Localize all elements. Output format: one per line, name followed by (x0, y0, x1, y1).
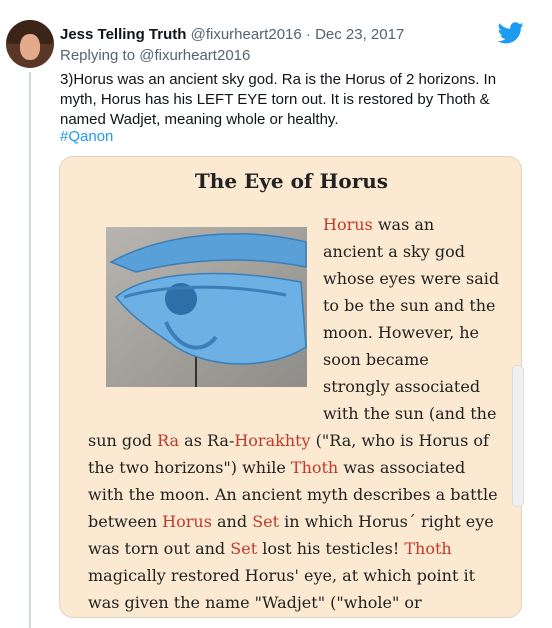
text-run: between (88, 512, 163, 531)
text-run: with the moon. An ancient myth describes… (88, 485, 498, 504)
tweet-text: 3)Horus was an ancient sky god. Ra is th… (60, 71, 497, 128)
text-run: ("Ra, who is Horus of (310, 431, 489, 450)
tweet-date[interactable]: Dec 23, 2017 (315, 26, 404, 43)
article-line: whose eyes were said (323, 265, 499, 292)
article-line: soon became (323, 346, 429, 373)
text-run: as Ra- (179, 431, 235, 450)
text-run: the two horizons") while (88, 458, 291, 477)
text-run: with the sun (and the (323, 404, 497, 423)
highlighted-term[interactable]: Set (252, 512, 279, 531)
text-run: ancient a sky god (323, 242, 465, 261)
eye-of-horus-image (106, 227, 307, 387)
highlighted-term[interactable]: Thoth (404, 539, 451, 558)
thread-line (29, 72, 31, 628)
author-name[interactable]: Jess Telling Truth (60, 26, 186, 43)
highlighted-term[interactable]: Horakhty (234, 431, 310, 450)
text-run: was an (372, 215, 435, 234)
highlighted-term[interactable]: Horus (162, 512, 212, 531)
article-line: with the moon. An ancient myth describes… (88, 481, 498, 508)
article-line: was given the name "Wadjet" ("whole" or (88, 589, 422, 616)
text-run: sun god (88, 431, 158, 450)
article-line: sun god Ra as Ra-Horakhty ("Ra, who is H… (88, 427, 489, 454)
text-run: was given the name "Wadjet" ("whole" or (88, 593, 422, 612)
article-line: to be the sun and the (323, 292, 496, 319)
text-run: in which Horus´ right eye (279, 512, 494, 531)
header-separator: · (305, 26, 311, 43)
text-run: and (211, 512, 253, 531)
article-line: moon. However, he (323, 319, 479, 346)
article-line: with the sun (and the (323, 400, 496, 427)
avatar[interactable] (6, 20, 54, 68)
embedded-image-card[interactable]: The Eye of Horus Horus was an ancient a … (59, 156, 522, 618)
author-handle[interactable]: @fixurheart2016 (191, 26, 302, 43)
text-run: was associated (338, 458, 466, 477)
highlighted-term[interactable]: Set (230, 539, 257, 558)
card-title: The Eye of Horus (194, 169, 389, 193)
text-run: moon. However, he (323, 323, 480, 342)
scrollbar-thumb[interactable] (512, 365, 524, 507)
article-line: between Horus and Set in which Horus´ ri… (88, 508, 494, 535)
replying-handle[interactable]: @fixurheart2016 (139, 47, 250, 64)
highlighted-term[interactable]: Thoth (291, 458, 338, 477)
hashtag-link[interactable]: #Qanon (60, 127, 113, 147)
article-line: magically restored Horus' eye, at which … (88, 562, 475, 589)
text-run: lost his testicles! (257, 539, 405, 558)
text-run: whose eyes were said (323, 269, 500, 288)
highlighted-term[interactable]: Ra (157, 431, 179, 450)
tweet-header: Jess Telling Truth @fixurheart2016 · Dec… (60, 25, 404, 45)
article-line: ancient a sky god (323, 238, 465, 265)
text-run: to be the sun and the (323, 296, 496, 315)
article-line: strongly associated (323, 373, 480, 400)
article-line: the two horizons") while Thoth was assoc… (88, 454, 465, 481)
text-run: strongly associated (323, 377, 481, 396)
text-run: was torn out and (88, 539, 231, 558)
replying-prefix: Replying to (60, 47, 136, 64)
article-line: Horus was an (323, 211, 434, 238)
text-run: magically restored Horus' eye, at which … (88, 566, 476, 585)
highlighted-term[interactable]: Horus (323, 215, 373, 234)
text-run: soon became (323, 350, 429, 369)
replying-to: Replying to @fixurheart2016 (60, 46, 250, 66)
avatar-face (20, 34, 40, 60)
article-line: was torn out and Set lost his testicles!… (88, 535, 452, 562)
twitter-bird-icon (498, 22, 524, 44)
